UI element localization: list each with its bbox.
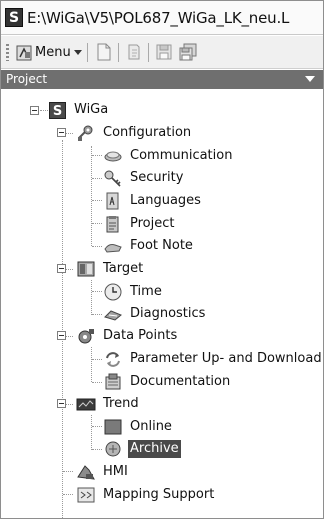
- tree-node-configuration[interactable]: Configuration: [76, 123, 193, 143]
- tree-node-label: Parameter Up- and Download: [130, 351, 322, 366]
- clock-icon: [104, 283, 122, 301]
- target-collapse-toggle[interactable]: [57, 264, 66, 273]
- hmi-icon: [77, 465, 95, 480]
- trend-chart-icon: [76, 398, 96, 411]
- refresh-arrows-icon: [106, 352, 120, 367]
- diagnostics-icon: [104, 310, 122, 321]
- tree-node-hmi[interactable]: HMI: [76, 462, 130, 482]
- toolbar-separator: [148, 43, 149, 62]
- tree-node-label: HMI: [103, 464, 128, 479]
- tree-node-time[interactable]: Time: [103, 282, 164, 302]
- menu-button-label: Menu: [35, 45, 71, 60]
- tree-node-label: Communication: [130, 148, 233, 163]
- save-icon[interactable]: [154, 42, 174, 62]
- tree-node-label: Time: [130, 284, 162, 299]
- menu-button[interactable]: Menu: [12, 41, 86, 64]
- tree-node-project[interactable]: Project: [103, 214, 176, 234]
- tree-node-label: Languages: [130, 193, 201, 208]
- tree-node-documentation[interactable]: Documentation: [103, 372, 232, 392]
- title-bar: S E:\WiGa\V5\POL687_WiGa_LK_neu.L: [1, 1, 323, 35]
- tree-node-target[interactable]: Target: [76, 259, 145, 279]
- tree-node-label: Trend: [103, 396, 139, 411]
- panel-dropdown-icon[interactable]: [305, 76, 315, 82]
- tree-node-archive[interactable]: Archive: [103, 439, 181, 459]
- tree-node-label: Project: [130, 216, 175, 231]
- app-logo-icon: S: [5, 8, 23, 27]
- foot-note-icon: [104, 244, 122, 253]
- trend-collapse-toggle[interactable]: [57, 399, 66, 408]
- tree-node-online[interactable]: Online: [103, 417, 174, 437]
- project-document-icon: [106, 216, 119, 233]
- data-points-icon: [78, 329, 94, 344]
- security-key-icon: [104, 170, 121, 187]
- tree-node-label: Foot Note: [130, 238, 193, 253]
- properties-icon[interactable]: [124, 42, 144, 62]
- tree-node-diagnostics[interactable]: Diagnostics: [103, 304, 207, 324]
- tree-node-label: Mapping Support: [103, 487, 215, 502]
- tree-node-label: Security: [130, 170, 184, 185]
- project-explorer-window: S E:\WiGa\V5\POL687_WiGa_LK_neu.L Menu P…: [0, 0, 324, 519]
- data-points-collapse-toggle[interactable]: [57, 331, 66, 340]
- new-document-icon[interactable]: [94, 42, 114, 62]
- window-title: E:\WiGa\V5\POL687_WiGa_LK_neu.L: [27, 9, 290, 27]
- target-device-icon: [77, 261, 95, 277]
- online-icon: [104, 419, 122, 435]
- communication-icon: [104, 151, 122, 162]
- tree-node-parameter-up-download[interactable]: Parameter Up- and Download: [103, 349, 324, 369]
- toolbar-separator: [87, 43, 88, 62]
- tree-node-data-points[interactable]: Data Points: [76, 326, 179, 346]
- tree-node-communication[interactable]: Communication: [103, 146, 234, 166]
- project-tree: S WiGa Configuration Communication Secur…: [1, 90, 324, 519]
- panel-title: Project: [6, 72, 48, 86]
- tree-node-label: Online: [130, 419, 172, 434]
- tree-node-label: WiGa: [74, 102, 109, 117]
- tree-node-languages[interactable]: Languages: [103, 191, 203, 211]
- project-panel-header: Project: [1, 70, 323, 89]
- tree-node-label: Target: [103, 261, 144, 276]
- tree-node-mapping-support[interactable]: Mapping Support: [76, 485, 216, 505]
- tree-node-label: Diagnostics: [130, 306, 206, 321]
- chevron-down-icon: [73, 49, 82, 55]
- tree-node-label: Data Points: [103, 328, 178, 343]
- tree-node-security[interactable]: Security: [103, 168, 185, 188]
- tree-node-label: Configuration: [103, 125, 192, 140]
- configuration-icon: [78, 125, 93, 141]
- menu-icon: [16, 45, 32, 60]
- toolbar-separator: [118, 43, 119, 62]
- save-all-icon[interactable]: [178, 42, 198, 62]
- archive-icon: [105, 441, 121, 457]
- configuration-collapse-toggle[interactable]: [57, 128, 66, 137]
- documentation-icon: [105, 373, 121, 390]
- root-collapse-toggle[interactable]: [30, 106, 39, 115]
- languages-book-icon: [106, 192, 119, 210]
- toolbar-grip-icon[interactable]: [6, 44, 9, 61]
- tree-node-label: Documentation: [130, 374, 231, 389]
- wiga-root-icon: S: [49, 101, 66, 119]
- mapping-support-icon: [77, 487, 95, 503]
- tree-node-root[interactable]: S WiGa: [49, 100, 110, 120]
- tree-node-trend[interactable]: Trend: [76, 394, 141, 414]
- tree-node-foot-note[interactable]: Foot Note: [103, 236, 195, 256]
- tree-node-label: Archive: [128, 440, 181, 458]
- toolbar: Menu: [1, 36, 323, 69]
